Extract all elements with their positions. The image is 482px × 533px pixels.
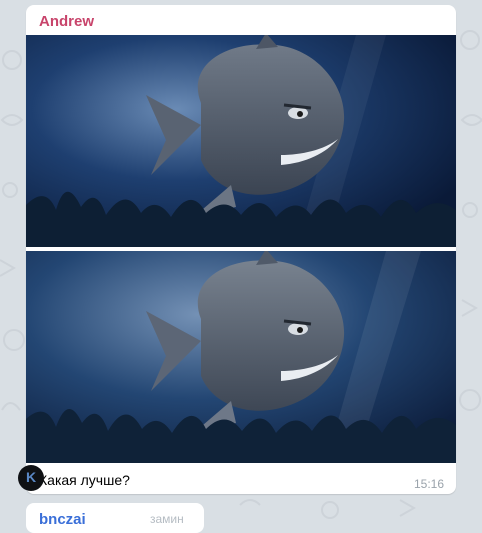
shark-photo-1[interactable]: [26, 35, 456, 247]
message-bubble[interactable]: Andrew Какая лучше? 15:16 K: [18, 5, 456, 494]
avatar-glyph: K: [26, 469, 37, 485]
message-sender-name[interactable]: Andrew: [39, 13, 94, 30]
next-message-preview: замин: [150, 512, 184, 526]
next-message-sender-name[interactable]: bnczai: [39, 511, 86, 528]
sender-avatar[interactable]: K: [18, 465, 44, 491]
next-message-bubble[interactable]: bnczai замин: [26, 503, 204, 533]
message-caption: Какая лучше?: [39, 472, 130, 488]
message-time: 15:16: [413, 477, 444, 491]
shark-photo-2[interactable]: [26, 251, 456, 463]
